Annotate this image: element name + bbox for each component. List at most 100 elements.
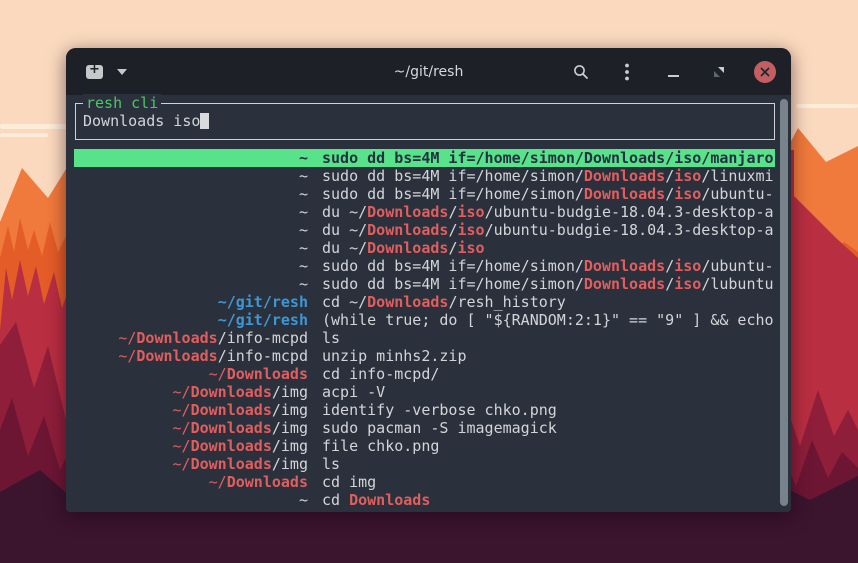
text-segment: /resh_history (448, 293, 565, 311)
text-segment: ls (322, 455, 340, 473)
text-segment: /ubuntu- (701, 185, 773, 203)
text-segment: ~/git/resh (218, 311, 308, 329)
history-row[interactable]: ~/Downloadscd info-mcpd/ (74, 365, 775, 383)
text-segment: / (665, 185, 674, 203)
search-input[interactable]: Downloads iso (76, 104, 774, 130)
text-segment: ~ (299, 257, 308, 275)
row-command: du ~/Downloads/iso (322, 239, 775, 257)
row-command: sudo dd bs=4M if=/home/simon/Downloads/i… (322, 167, 775, 185)
text-segment: Downloads (191, 383, 272, 401)
text-segment: Downloads (136, 347, 217, 365)
text-segment: Downloads (349, 491, 430, 509)
text-segment: ~/ (173, 437, 191, 455)
text-segment: ~/ (209, 365, 227, 383)
terminal-window: ~/git/resh (66, 48, 791, 512)
text-segment: Downloads (367, 293, 448, 311)
text-segment: file chko.png (322, 437, 439, 455)
text-segment: ~/ (173, 383, 191, 401)
text-segment: sudo pacman -S imagemagick (322, 419, 557, 437)
history-row[interactable]: ~ du ~/Downloads/iso/ubuntu-budgie-18.04.… (74, 203, 775, 221)
history-row[interactable]: ~/Downloads/imgidentify -verbose chko.pn… (74, 401, 775, 419)
row-command: unzip minhs2.zip (322, 347, 775, 365)
text-segment: Downloads (191, 455, 272, 473)
row-directory: ~/git/resh (74, 311, 308, 329)
row-directory: ~/Downloads (74, 473, 308, 491)
search-icon[interactable] (570, 61, 592, 83)
search-query-text: Downloads iso (83, 112, 200, 130)
scrollbar-thumb[interactable] (780, 99, 788, 506)
restore-button[interactable] (708, 61, 730, 83)
history-row[interactable]: ~/Downloads cd img (74, 473, 775, 491)
history-row[interactable]: ~/Downloads/imgfile chko.png (74, 437, 775, 455)
menu-kebab-icon[interactable] (616, 61, 638, 83)
row-command: sudo dd bs=4M if=/home/simon/Downloads/i… (322, 149, 775, 167)
text-segment: du ~/ (322, 239, 367, 257)
row-directory: ~/Downloads/img (74, 401, 308, 419)
text-segment: ~ (299, 203, 308, 221)
history-row-selected[interactable]: ~ sudo dd bs=4M if=/home/simon/Downloads/… (74, 149, 775, 167)
text-segment: /ubuntu- (701, 257, 773, 275)
history-row[interactable]: ~/git/resh (while true; do [ "${RANDOM:2:… (74, 311, 775, 329)
text-segment: ls (322, 329, 340, 347)
text-segment: Downloads (584, 185, 665, 203)
text-segment: /img (272, 455, 308, 473)
history-row[interactable]: ~/Downloads/img ls (74, 455, 775, 473)
text-segment: /ubuntu-budgie-18.04.3-desktop-a (485, 203, 774, 221)
text-segment: Downloads (367, 239, 448, 257)
row-command: cd info-mcpd/ (322, 365, 775, 383)
row-directory: ~ (74, 167, 308, 185)
row-command: sudo dd bs=4M if=/home/simon/Downloads/i… (322, 275, 775, 293)
text-segment: ~ (299, 149, 308, 167)
row-command: cd img (322, 473, 775, 491)
history-row[interactable]: ~du ~/Downloads/iso/ubuntu-budgie-18.04.… (74, 221, 775, 239)
row-command: cd Downloads (322, 491, 775, 509)
row-command: ls (322, 455, 775, 473)
history-row[interactable]: ~/Downloads/imgsudo pacman -S imagemagic… (74, 419, 775, 437)
text-segment: /img (272, 419, 308, 437)
minimize-button[interactable] (662, 61, 684, 83)
text-segment: /img (272, 401, 308, 419)
history-row[interactable]: ~/Downloads/info-mcpdls (74, 329, 775, 347)
history-row[interactable]: ~ cd Downloads (74, 491, 775, 509)
history-row[interactable]: ~/Downloads/imgacpi -V (74, 383, 775, 401)
text-segment: iso (674, 167, 701, 185)
text-segment: ~/ (173, 455, 191, 473)
text-segment: Downloads (191, 401, 272, 419)
row-command: sudo dd bs=4M if=/home/simon/Downloads/i… (322, 185, 775, 203)
row-command: file chko.png (322, 437, 775, 455)
titlebar[interactable]: ~/git/resh (66, 48, 791, 95)
chevron-down-icon[interactable] (117, 69, 127, 75)
row-command: (while true; do [ "${RANDOM:2:1}" == "9"… (322, 311, 775, 329)
text-segment: ~/ (118, 347, 136, 365)
text-segment: ~ (299, 239, 308, 257)
text-segment: iso (457, 239, 484, 257)
resh-search-box[interactable]: resh cli Downloads iso (75, 103, 775, 140)
text-segment: du ~/ (322, 203, 367, 221)
history-row[interactable]: ~sudo dd bs=4M if=/home/simon/Downloads/… (74, 185, 775, 203)
close-button[interactable] (754, 61, 776, 83)
row-command: du ~/Downloads/iso/ubuntu-budgie-18.04.3… (322, 203, 775, 221)
history-row[interactable]: ~ du ~/Downloads/iso (74, 239, 775, 257)
text-segment: Downloads (136, 329, 217, 347)
text-segment: iso (674, 275, 701, 293)
text-segment: sudo dd bs=4M if=/home/simon/ (322, 257, 584, 275)
text-segment: ~ (299, 221, 308, 239)
text-segment: ~ (299, 491, 308, 509)
row-directory: ~ (74, 239, 308, 257)
row-directory: ~ (74, 185, 308, 203)
text-segment: Downloads (584, 257, 665, 275)
history-row[interactable]: ~/git/reshcd ~/Downloads/resh_history (74, 293, 775, 311)
text-segment: ~/ (173, 401, 191, 419)
text-segment: /info-mcpd (218, 347, 308, 365)
history-row[interactable]: ~/Downloads/info-mcpd unzip minhs2.zip (74, 347, 775, 365)
history-row[interactable]: ~ sudo dd bs=4M if=/home/simon/Downloads/… (74, 167, 775, 185)
history-row[interactable]: ~ sudo dd bs=4M if=/home/simon/Downloads /… (74, 257, 775, 275)
text-segment: Downloads (367, 221, 448, 239)
row-directory: ~/git/resh (74, 293, 308, 311)
row-directory: ~/Downloads/img (74, 383, 308, 401)
text-segment: /img (272, 437, 308, 455)
text-segment: ~ (299, 275, 308, 293)
text-segment: sudo dd bs=4M if=/home/simon/ (322, 185, 584, 203)
new-tab-icon[interactable] (86, 65, 103, 79)
history-row[interactable]: ~ sudo dd bs=4M if=/home/simon/Downloads/… (74, 275, 775, 293)
